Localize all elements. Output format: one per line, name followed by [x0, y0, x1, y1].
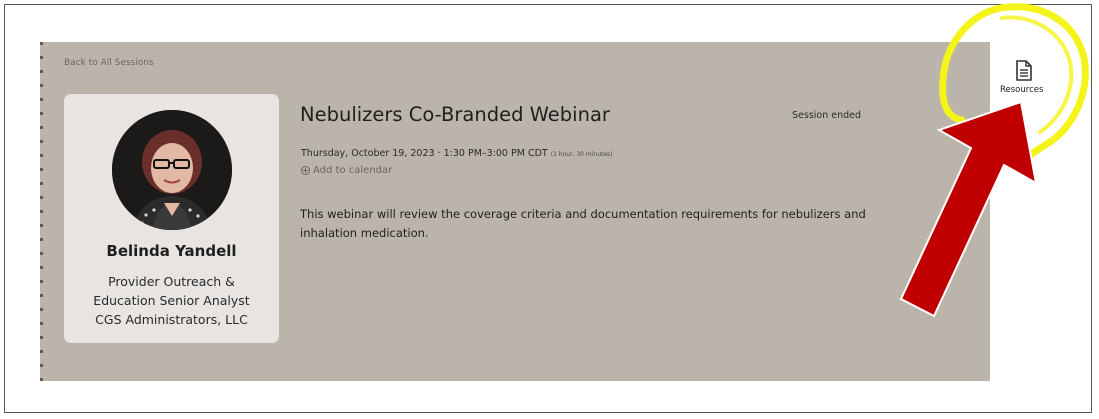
session-datetime: Thursday, October 19, 2023 · 1:30 PM–3:0…	[301, 148, 613, 159]
plus-circle-icon	[301, 166, 310, 175]
back-to-sessions-link[interactable]: Back to All Sessions	[64, 58, 154, 68]
speaker-card: Belinda Yandell Provider Outreach & Educ…	[64, 94, 279, 343]
speaker-photo	[112, 110, 232, 230]
speaker-name: Belinda Yandell	[106, 242, 237, 260]
speaker-role: Provider Outreach & Education Senior Ana…	[93, 274, 250, 327]
document-icon	[1016, 60, 1032, 81]
add-to-calendar-link[interactable]: Add to calendar	[301, 165, 392, 176]
resources-button[interactable]: Resources	[995, 58, 1055, 103]
resources-label: Resources	[1000, 85, 1044, 95]
panel-edge	[40, 42, 43, 381]
session-date-time-text: Thursday, October 19, 2023 · 1:30 PM–3:0…	[301, 148, 548, 159]
add-to-calendar-label: Add to calendar	[313, 165, 393, 176]
session-title: Nebulizers Co-Branded Webinar	[300, 103, 610, 126]
session-description: This webinar will review the coverage cr…	[300, 207, 866, 240]
speaker-avatar	[112, 110, 232, 230]
session-status-badge: Session ended	[792, 110, 862, 121]
session-duration: (1 hour, 30 minutes)	[550, 151, 613, 158]
